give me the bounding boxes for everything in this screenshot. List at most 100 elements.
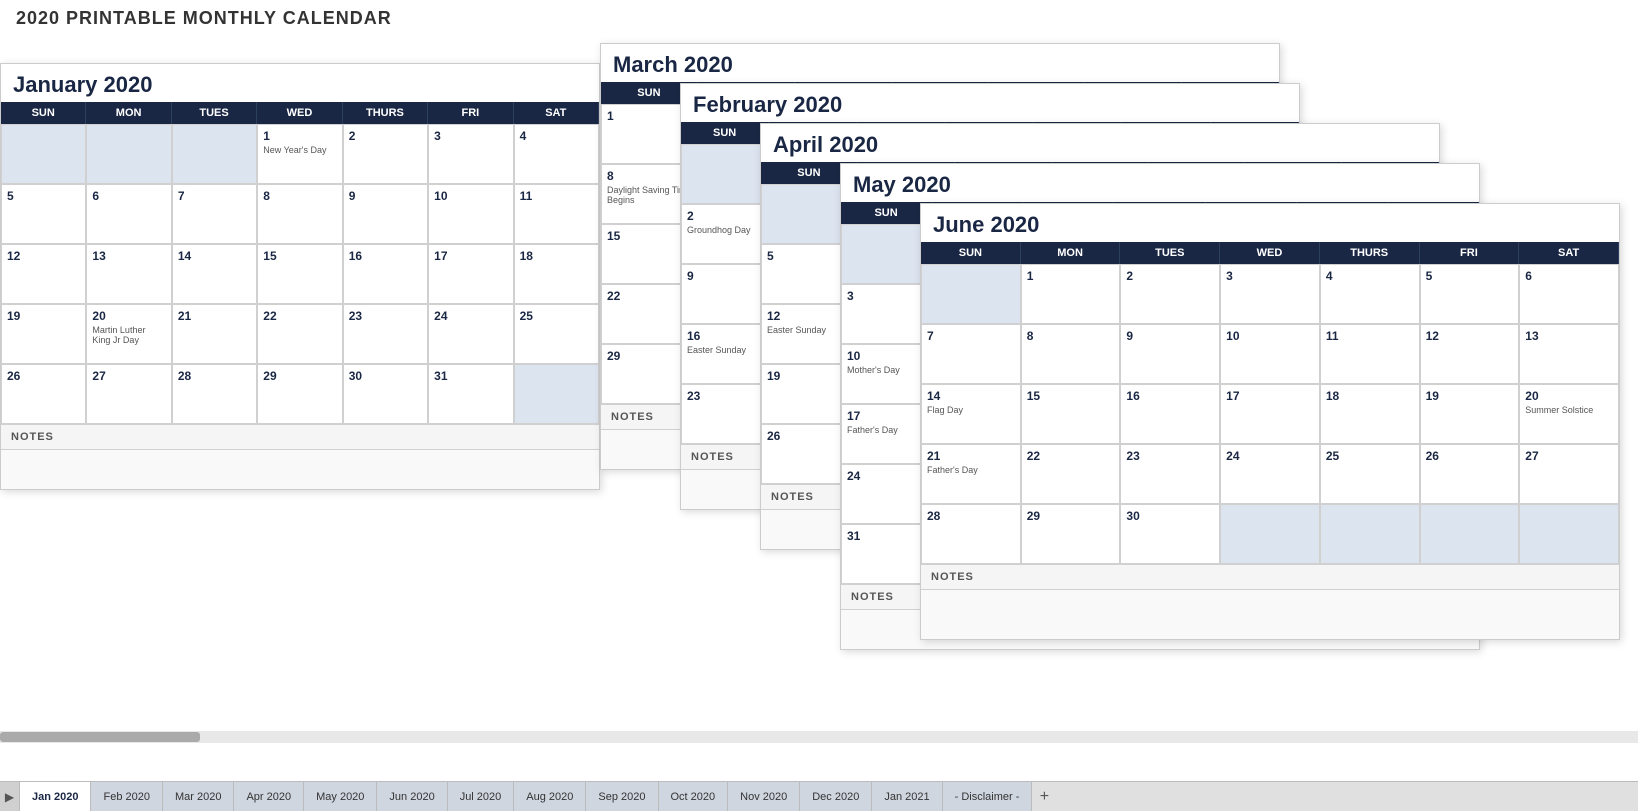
table-row: 21Father's Day: [921, 444, 1021, 504]
tab-aug-2020[interactable]: Aug 2020: [514, 782, 586, 811]
table-row: 9: [343, 184, 428, 244]
horizontal-scrollbar[interactable]: [0, 731, 1638, 743]
jan-thurs: THURS: [343, 102, 428, 124]
jan-wed: WED: [257, 102, 342, 124]
june-grid: 1 2 3 4 5 6 7 8 9 10 11 12 13 14Flag Day…: [921, 264, 1619, 564]
tab-jul-2020[interactable]: Jul 2020: [448, 782, 515, 811]
table-row: 24: [428, 304, 513, 364]
table-row: 10Mother's Day: [841, 344, 932, 404]
table-row: 4: [514, 124, 599, 184]
table-row: 30: [343, 364, 428, 424]
table-row: [86, 124, 171, 184]
june-title: June 2020: [921, 204, 1619, 242]
table-row: 27: [86, 364, 171, 424]
tab-jan-2021[interactable]: Jan 2021: [872, 782, 942, 811]
table-row: 8: [257, 184, 342, 244]
table-row: 22: [1021, 444, 1121, 504]
table-row: 17: [1220, 384, 1320, 444]
table-row: 6: [1519, 264, 1619, 324]
january-header: SUN MON TUES WED THURS FRI SAT: [1, 102, 599, 124]
table-row: 21: [172, 304, 257, 364]
table-row: 17Father's Day: [841, 404, 932, 464]
table-row: 10: [428, 184, 513, 244]
table-row: 29: [1021, 504, 1121, 564]
table-row: 13: [86, 244, 171, 304]
jan-fri: FRI: [428, 102, 513, 124]
table-row: 30: [1120, 504, 1220, 564]
tab-bar: ▶ Jan 2020 Feb 2020 Mar 2020 Apr 2020 Ma…: [0, 781, 1638, 811]
table-row: 25: [1320, 444, 1420, 504]
table-row: 3: [428, 124, 513, 184]
table-row: 2: [343, 124, 428, 184]
tab-jun-2020[interactable]: Jun 2020: [377, 782, 447, 811]
table-row: 9: [681, 264, 769, 324]
table-row: 5: [1, 184, 86, 244]
tab-mar-2020[interactable]: Mar 2020: [163, 782, 234, 811]
table-row: 26: [1420, 444, 1520, 504]
tab-jan-2020[interactable]: Jan 2020: [20, 782, 91, 811]
table-row: 15: [257, 244, 342, 304]
january-notes: NOTES: [1, 424, 599, 449]
table-row: 14Flag Day: [921, 384, 1021, 444]
tab-dec-2020[interactable]: Dec 2020: [800, 782, 872, 811]
table-row: 20Summer Solstice: [1519, 384, 1619, 444]
table-row: 4: [1320, 264, 1420, 324]
table-row: 5: [1420, 264, 1520, 324]
table-row: 10: [1220, 324, 1320, 384]
tab-may-2020[interactable]: May 2020: [304, 782, 377, 811]
table-row: [681, 144, 769, 204]
calendar-june: June 2020 SUN MON TUES WED THURS FRI SAT…: [920, 203, 1620, 640]
table-row: 11: [1320, 324, 1420, 384]
table-row: [172, 124, 257, 184]
table-row: 7: [921, 324, 1021, 384]
table-row: 3: [1220, 264, 1320, 324]
table-row: 23: [681, 384, 769, 444]
table-row: 9: [1120, 324, 1220, 384]
table-row: 24: [1220, 444, 1320, 504]
april-title: April 2020: [761, 124, 1439, 162]
table-row: 16Easter Sunday: [681, 324, 769, 384]
tab-feb-2020[interactable]: Feb 2020: [91, 782, 162, 811]
jan-mon: MON: [86, 102, 171, 124]
table-row: 15: [1021, 384, 1121, 444]
table-row: 20Martin Luther King Jr Day: [86, 304, 171, 364]
tab-disclaimer[interactable]: - Disclaimer -: [943, 782, 1033, 811]
tab-scroll-left[interactable]: ▶: [0, 782, 20, 811]
calendar-january: January 2020 SUN MON TUES WED THURS FRI …: [0, 63, 600, 490]
table-row: 19: [1420, 384, 1520, 444]
march-title: March 2020: [601, 44, 1279, 82]
tab-oct-2020[interactable]: Oct 2020: [659, 782, 729, 811]
table-row: 19: [1, 304, 86, 364]
table-row: 28: [172, 364, 257, 424]
table-row: 23: [343, 304, 428, 364]
table-row: 29: [257, 364, 342, 424]
table-row: [1220, 504, 1320, 564]
tab-nov-2020[interactable]: Nov 2020: [728, 782, 800, 811]
table-row: [1420, 504, 1520, 564]
table-row: 16: [343, 244, 428, 304]
table-row: 14: [172, 244, 257, 304]
jan-tues: TUES: [172, 102, 257, 124]
tab-add-button[interactable]: +: [1032, 782, 1056, 811]
table-row: 2: [1120, 264, 1220, 324]
page-title: 2020 PRINTABLE MONTHLY CALENDAR: [0, 0, 1638, 33]
tab-apr-2020[interactable]: Apr 2020: [234, 782, 304, 811]
table-row: 16: [1120, 384, 1220, 444]
february-title: February 2020: [681, 84, 1299, 122]
tab-sep-2020[interactable]: Sep 2020: [586, 782, 658, 811]
table-row: 6: [86, 184, 171, 244]
table-row: 24: [841, 464, 932, 524]
jan-sat: SAT: [514, 102, 599, 124]
table-row: 28: [921, 504, 1021, 564]
table-row: 1: [1021, 264, 1121, 324]
scrollbar-thumb[interactable]: [0, 732, 200, 742]
january-grid: 1New Year's Day 2 3 4 5 6 7 8 9 10 11 12…: [1, 124, 599, 424]
may-title: May 2020: [841, 164, 1479, 202]
table-row: 12: [1420, 324, 1520, 384]
table-row: 25: [514, 304, 599, 364]
june-header: SUN MON TUES WED THURS FRI SAT: [921, 242, 1619, 264]
table-row: 31: [428, 364, 513, 424]
table-row: 13: [1519, 324, 1619, 384]
january-title: January 2020: [1, 64, 599, 102]
table-row: [921, 264, 1021, 324]
